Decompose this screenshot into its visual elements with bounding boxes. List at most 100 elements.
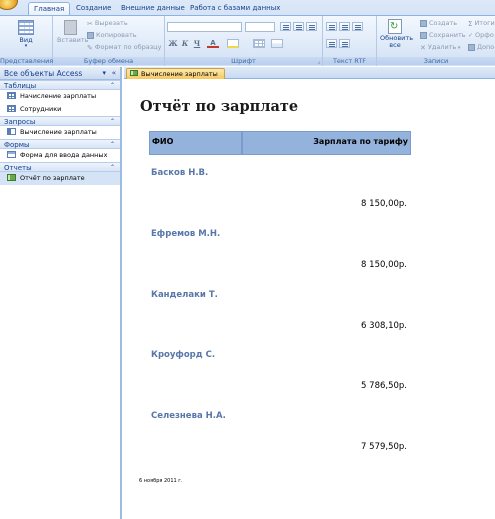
nav-group-title: Отчеты bbox=[4, 164, 32, 172]
nav-group-title: Формы bbox=[4, 141, 30, 149]
new-record-label: Создать bbox=[429, 19, 458, 27]
decrease-indent-button[interactable] bbox=[352, 22, 363, 31]
nav-group-tables[interactable]: Таблицы ⌃ bbox=[0, 80, 120, 90]
clipboard-icon bbox=[63, 20, 77, 35]
view-button[interactable]: Вид ▾ bbox=[15, 20, 37, 49]
nav-item-input-form[interactable]: Форма для ввода данных bbox=[0, 149, 120, 162]
font-color-button[interactable]: A bbox=[207, 39, 219, 48]
save-icon bbox=[420, 31, 427, 39]
nav-group-title: Таблицы bbox=[4, 82, 37, 90]
nav-pane-title: Все объекты Access bbox=[4, 69, 83, 78]
group-font-label: Шрифт bbox=[165, 57, 322, 65]
group-rich-text: Текст RTF bbox=[323, 16, 377, 66]
fill-color-button[interactable] bbox=[227, 39, 239, 48]
report-icon bbox=[130, 70, 138, 76]
nav-item-label: Отчёт по зарплате bbox=[20, 174, 85, 182]
font-name-combo[interactable] bbox=[167, 22, 242, 32]
refresh-icon: ↻ bbox=[388, 19, 402, 34]
numbering-button[interactable] bbox=[339, 22, 350, 31]
new-record-icon bbox=[420, 19, 427, 27]
nav-item-label: Форма для ввода данных bbox=[20, 151, 108, 159]
office-button[interactable] bbox=[0, 0, 18, 10]
report-title: Отчёт по зарплате bbox=[140, 98, 299, 115]
report-date: 6 ноября 2011 г. bbox=[139, 478, 183, 484]
underline-button[interactable]: Ч bbox=[192, 39, 202, 48]
table-icon bbox=[7, 104, 16, 112]
copy-icon bbox=[87, 31, 94, 39]
nav-item-salary-report[interactable]: Отчёт по зарплате bbox=[0, 172, 120, 185]
tab-external-data[interactable]: Внешние данные bbox=[121, 2, 185, 15]
refresh-all-button[interactable]: ↻ Обновить все bbox=[380, 19, 413, 49]
nav-item-label: Начисление зарплаты bbox=[20, 92, 97, 100]
nav-item-label: Вычисление зарплаты bbox=[20, 128, 97, 136]
nav-item-label: Сотрудники bbox=[20, 105, 62, 113]
cut-button[interactable]: ✂ Вырезать bbox=[87, 19, 128, 28]
font-size-combo[interactable] bbox=[245, 22, 275, 32]
report-view: Отчёт по зарплате ФИО Зарплата по тарифу… bbox=[124, 80, 495, 519]
gridlines-button[interactable] bbox=[253, 39, 265, 48]
record-name: Басков Н.В. bbox=[151, 168, 209, 178]
format-painter-label: Формат по образцу bbox=[94, 43, 162, 51]
tab-home[interactable]: Главная bbox=[28, 2, 71, 16]
nav-group-reports[interactable]: Отчеты ⌃ bbox=[0, 162, 120, 172]
nav-item-salary-table[interactable]: Начисление зарплаты bbox=[0, 90, 120, 103]
sigma-icon: Σ bbox=[468, 19, 473, 28]
delete-record-label: Удалить bbox=[427, 43, 457, 51]
delete-record-button[interactable]: ✕ Удалить ▾ bbox=[420, 43, 461, 52]
navigation-pane: Все объекты Access ▾ « Таблицы ⌃ Начисле… bbox=[0, 67, 122, 519]
font-dialog-launcher-icon[interactable]: ⌟ bbox=[318, 59, 320, 65]
group-views-label: Представления bbox=[0, 57, 54, 65]
document-tab[interactable]: Вычисление зарплаты bbox=[126, 68, 225, 79]
bold-button[interactable]: Ж bbox=[168, 39, 178, 48]
record-salary: 5 786,50р. bbox=[361, 381, 407, 391]
align-center-button[interactable] bbox=[293, 22, 304, 31]
paste-button[interactable]: Вставить bbox=[57, 20, 88, 44]
ribbon: Главная Создание Внешние данные Работа с… bbox=[0, 0, 495, 66]
chevron-down-icon: ▾ bbox=[24, 43, 28, 49]
copy-button[interactable]: Копировать bbox=[87, 31, 137, 39]
save-record-button[interactable]: Сохранить bbox=[420, 31, 466, 39]
record-name: Канделаки Т. bbox=[151, 290, 218, 300]
new-record-button[interactable]: Создать bbox=[420, 19, 457, 27]
alt-row-color-button[interactable] bbox=[271, 39, 283, 48]
bullets-button[interactable] bbox=[326, 22, 337, 31]
query-icon bbox=[7, 127, 16, 135]
nav-item-salary-query[interactable]: Вычисление зарплаты bbox=[0, 126, 120, 139]
collapse-pane-icon[interactable]: « bbox=[112, 67, 116, 80]
totals-button[interactable]: Σ Итоги bbox=[468, 19, 495, 28]
spelling-icon: ✓ bbox=[468, 31, 474, 39]
italic-button[interactable]: К bbox=[180, 39, 190, 48]
text-direction-button[interactable] bbox=[339, 39, 350, 48]
delete-icon: ✕ bbox=[420, 43, 426, 52]
chevron-down-icon[interactable]: ▾ bbox=[102, 67, 106, 80]
record-name: Кроуфорд С. bbox=[151, 350, 216, 360]
table-icon bbox=[7, 91, 16, 99]
nav-group-forms[interactable]: Формы ⌃ bbox=[0, 139, 120, 149]
nav-item-employees-table[interactable]: Сотрудники bbox=[0, 103, 120, 116]
increase-indent-button[interactable] bbox=[326, 39, 337, 48]
nav-group-queries[interactable]: Запросы ⌃ bbox=[0, 116, 120, 126]
group-rich-text-label: Текст RTF bbox=[323, 57, 376, 65]
cut-label: Вырезать bbox=[94, 19, 128, 27]
nav-pane-header[interactable]: Все объекты Access ▾ « bbox=[0, 67, 120, 80]
group-font: Ж К Ч A Шрифт ⌟ bbox=[165, 16, 323, 66]
record-name: Селезнева Н.А. bbox=[151, 411, 226, 421]
more-button[interactable]: Допо bbox=[468, 43, 494, 51]
align-left-button[interactable] bbox=[280, 22, 291, 31]
format-painter-button[interactable]: ✎ Формат по образцу bbox=[87, 43, 162, 52]
group-clipboard-label: Буфер обмена bbox=[53, 57, 164, 65]
more-label: Допо bbox=[477, 43, 495, 51]
record-salary: 8 150,00р. bbox=[361, 199, 407, 209]
chevron-down-icon: ▾ bbox=[456, 45, 461, 51]
ribbon-body: Вид ▾ Представления Вставить ✂ Вырезать К… bbox=[0, 15, 495, 66]
view-icon bbox=[18, 20, 34, 35]
document-tab-bar: Вычисление зарплаты bbox=[124, 67, 495, 79]
group-views: Вид ▾ Представления bbox=[0, 16, 53, 66]
record-salary: 8 150,00р. bbox=[361, 260, 407, 270]
tab-database-tools[interactable]: Работа с базами данных bbox=[190, 2, 280, 15]
scissors-icon: ✂ bbox=[87, 19, 93, 28]
brush-icon: ✎ bbox=[87, 43, 93, 52]
tab-create[interactable]: Создание bbox=[76, 2, 111, 15]
spelling-button[interactable]: ✓ Орфо bbox=[468, 31, 494, 39]
align-right-button[interactable] bbox=[306, 22, 317, 31]
